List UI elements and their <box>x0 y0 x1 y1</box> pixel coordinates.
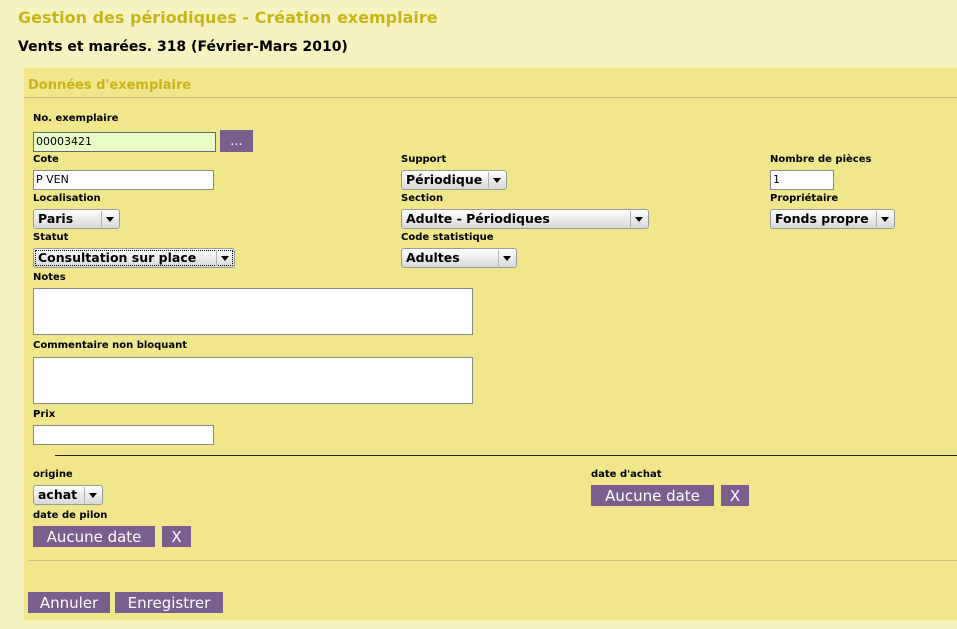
support-select-value: Périodique <box>406 172 483 187</box>
actions-divider <box>28 560 957 561</box>
date-achat-button[interactable]: Aucune date <box>591 485 714 506</box>
proprietaire-label: Propriétaire <box>770 193 839 204</box>
prix-label: Prix <box>33 409 56 420</box>
commentaire-textarea[interactable] <box>33 357 473 404</box>
section-select-value: Adulte - Périodiques <box>406 211 550 226</box>
statut-label: Statut <box>33 232 69 243</box>
nombre-pieces-label: Nombre de pièces <box>770 154 872 165</box>
statut-select[interactable]: Consultation sur place <box>33 248 235 268</box>
chevron-down-icon <box>498 250 515 266</box>
notes-textarea[interactable] <box>33 288 473 335</box>
support-label: Support <box>401 154 447 165</box>
cote-label: Cote <box>33 154 59 165</box>
code-statistique-select[interactable]: Adultes <box>401 248 517 268</box>
date-pilon-clear-button[interactable]: X <box>162 526 191 547</box>
date-pilon-button[interactable]: Aucune date <box>33 526 155 547</box>
origine-label: origine <box>33 469 73 480</box>
statut-select-value: Consultation sur place <box>38 250 197 265</box>
document-title: Vents et marées. 318 (Février-Mars 2010) <box>18 39 348 55</box>
date-achat-label: date d'achat <box>591 469 662 480</box>
chevron-down-icon <box>488 172 505 188</box>
section-separator <box>55 455 957 456</box>
panel-title: Données d'exemplaire <box>28 78 192 93</box>
no-exemplaire-lookup-button[interactable]: ... <box>220 130 253 152</box>
code-statistique-label: Code statistique <box>401 232 494 243</box>
no-exemplaire-input[interactable]: 00003421 <box>33 132 216 152</box>
support-select[interactable]: Périodique <box>401 170 507 190</box>
section-select[interactable]: Adulte - Périodiques <box>401 209 649 229</box>
proprietaire-select[interactable]: Fonds propre <box>770 209 895 229</box>
cancel-button[interactable]: Annuler <box>28 592 110 613</box>
panel-divider <box>24 97 957 98</box>
section-label: Section <box>401 193 444 204</box>
date-pilon-label: date de pilon <box>33 510 108 521</box>
localisation-label: Localisation <box>33 193 101 204</box>
chevron-down-icon <box>101 211 118 227</box>
prix-input[interactable] <box>33 425 214 445</box>
origine-select-value: achat <box>38 487 78 502</box>
date-achat-clear-button[interactable]: X <box>721 485 749 506</box>
localisation-select-value: Paris <box>38 211 74 226</box>
chevron-down-icon <box>876 211 893 227</box>
no-exemplaire-label: No. exemplaire <box>33 113 119 124</box>
chevron-down-icon <box>84 487 101 503</box>
origine-select[interactable]: achat <box>33 485 103 505</box>
chevron-down-icon <box>216 250 233 266</box>
save-button[interactable]: Enregistrer <box>115 592 223 613</box>
cote-input[interactable]: P VEN <box>33 170 214 190</box>
exemplaire-panel: Données d'exemplaire No. exemplaire 0000… <box>24 68 957 620</box>
chevron-down-icon <box>630 211 647 227</box>
page-title: Gestion des périodiques - Création exemp… <box>18 8 438 27</box>
notes-label: Notes <box>33 272 66 283</box>
proprietaire-select-value: Fonds propre <box>775 211 869 226</box>
code-statistique-select-value: Adultes <box>406 250 460 265</box>
nombre-pieces-input[interactable]: 1 <box>770 170 834 190</box>
commentaire-label: Commentaire non bloquant <box>33 340 188 351</box>
localisation-select[interactable]: Paris <box>33 209 120 229</box>
